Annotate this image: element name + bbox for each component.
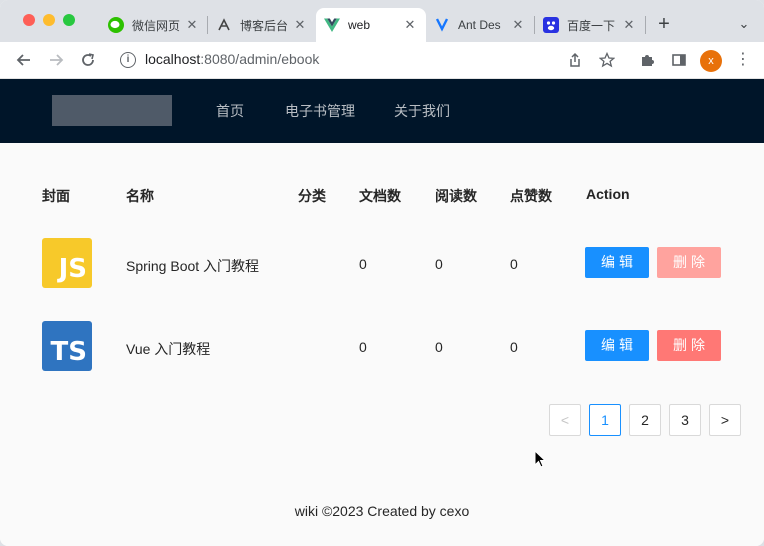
tab-blog[interactable]: 博客后台 ✕ [208, 8, 316, 42]
minimize-window-button[interactable] [43, 14, 55, 26]
tab-title: 博客后台 [240, 18, 289, 33]
next-page-button[interactable]: > [709, 404, 741, 436]
site-info-icon[interactable]: i [120, 52, 136, 68]
tab-title: 微信网页 [132, 18, 181, 33]
close-icon[interactable]: ✕ [510, 17, 526, 33]
mouse-pointer-icon [534, 449, 547, 468]
tab-divider [645, 16, 646, 34]
logo-placeholder [52, 95, 172, 126]
close-icon[interactable]: ✕ [184, 17, 200, 33]
like-count: 0 [510, 339, 518, 355]
browser-window: 微信网页 ✕ 博客后台 ✕ web ✕ Ant Des ✕ 百度一下 ✕ + ⌄… [0, 0, 764, 546]
edit-button[interactable]: 编辑 [585, 247, 649, 278]
forward-arrow-icon[interactable] [45, 49, 67, 71]
page-3-button[interactable]: 3 [669, 404, 701, 436]
reload-icon[interactable] [77, 49, 99, 71]
nav-item-home[interactable]: 首页 [216, 101, 244, 121]
like-count: 0 [510, 256, 518, 272]
column-header-likes: 点赞数 [510, 188, 552, 204]
page-2-button[interactable]: 2 [629, 404, 661, 436]
tab-web[interactable]: web ✕ [316, 8, 426, 42]
tab-strip: 微信网页 ✕ 博客后台 ✕ web ✕ Ant Des ✕ 百度一下 ✕ + ⌄ [0, 0, 764, 42]
ebook-name: Spring Boot 入门教程 [126, 258, 260, 274]
column-header-docs: 文档数 [359, 188, 401, 204]
edit-button[interactable]: 编辑 [585, 330, 649, 361]
page-1-button[interactable]: 1 [589, 404, 621, 436]
delete-button[interactable]: 删除 [657, 247, 721, 278]
bookmark-star-icon[interactable] [596, 49, 618, 71]
tab-title: Ant Des [458, 18, 501, 32]
doc-count: 0 [359, 256, 367, 272]
maximize-window-button[interactable] [63, 14, 75, 26]
browser-toolbar: i localhost:8080/admin/ebook x ⋮ [0, 42, 764, 79]
close-icon[interactable]: ✕ [292, 17, 308, 33]
column-header-category: 分类 [298, 188, 326, 204]
cover-label: TS [50, 337, 87, 367]
close-window-button[interactable] [23, 14, 35, 26]
tab-title: web [348, 18, 371, 32]
ebook-table-area: 封面 名称 分类 文档数 阅读数 点赞数 Action JS Spring Bo… [0, 143, 764, 546]
nav-item-about[interactable]: 关于我们 [394, 101, 450, 121]
new-tab-plus-icon[interactable]: + [652, 12, 676, 36]
ant-design-icon [434, 17, 450, 33]
baidu-icon [543, 17, 559, 33]
cover-image: JS [42, 238, 92, 288]
more-menu-icon[interactable]: ⋮ [732, 49, 754, 71]
wechat-icon [108, 17, 124, 33]
cover-label: JS [58, 254, 87, 284]
app-header: 首页 电子书管理 关于我们 [0, 79, 764, 143]
extensions-puzzle-icon[interactable] [636, 49, 658, 71]
blog-icon [216, 17, 232, 33]
column-header-cover: 封面 [42, 188, 70, 204]
tab-wechat[interactable]: 微信网页 ✕ [100, 8, 208, 42]
cover-image: TS [42, 321, 92, 371]
close-icon[interactable]: ✕ [621, 17, 637, 33]
doc-count: 0 [359, 339, 367, 355]
prev-page-button[interactable]: < [549, 404, 581, 436]
delete-button[interactable]: 删除 [657, 330, 721, 361]
tab-title: 百度一下 [567, 18, 616, 33]
side-panel-icon[interactable] [668, 49, 690, 71]
page-footer: wiki ©2023 Created by cexo [294, 503, 470, 519]
view-count: 0 [435, 339, 443, 355]
share-icon[interactable] [564, 49, 586, 71]
column-header-action: Action [586, 186, 630, 202]
column-header-name: 名称 [126, 188, 154, 204]
url-host: localhost [145, 51, 201, 67]
column-header-views: 阅读数 [435, 188, 477, 204]
view-count: 0 [435, 256, 443, 272]
tab-search-chevron-icon[interactable]: ⌄ [734, 12, 754, 36]
back-arrow-icon[interactable] [13, 49, 35, 71]
url-path: :8080/admin/ebook [200, 51, 320, 67]
vue-icon [324, 17, 340, 33]
close-icon[interactable]: ✕ [402, 17, 418, 33]
tab-baidu[interactable]: 百度一下 ✕ [535, 8, 645, 42]
profile-avatar[interactable]: x [700, 50, 722, 72]
nav-item-ebook-admin[interactable]: 电子书管理 [285, 101, 355, 121]
address-bar[interactable]: localhost:8080/admin/ebook [145, 51, 319, 67]
tab-ant-design[interactable]: Ant Des ✕ [426, 8, 534, 42]
ebook-name: Vue 入门教程 [126, 341, 211, 357]
